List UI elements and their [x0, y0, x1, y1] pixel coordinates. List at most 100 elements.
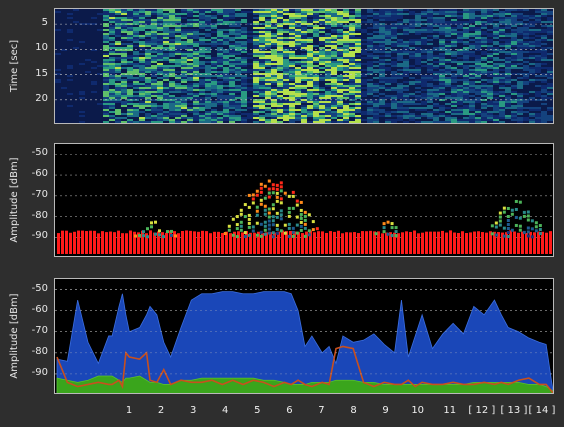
- waterfall-cell: [373, 107, 379, 109]
- waterfall-cell: [193, 93, 199, 95]
- waterfall-cell: [181, 105, 187, 107]
- waterfall-cell: [109, 111, 115, 113]
- waterfall-cell: [451, 19, 457, 21]
- density-chart[interactable]: [54, 143, 554, 257]
- waterfall-cell: [163, 43, 169, 45]
- waterfall-cell: [505, 35, 511, 37]
- waterfall-cell: [295, 117, 301, 119]
- waterfall-cell: [127, 13, 133, 15]
- waterfall-cell: [181, 115, 187, 117]
- waterfall-cell: [457, 41, 463, 43]
- waterfall-cell: [133, 27, 139, 29]
- waterfall-cell: [505, 45, 511, 47]
- waterfall-cell: [457, 51, 463, 53]
- waterfall-cell: [67, 75, 73, 77]
- waterfall-cell: [259, 65, 265, 67]
- waterfall-cell: [385, 81, 391, 83]
- waterfall-cell: [511, 53, 517, 55]
- waterfall-cell: [307, 77, 313, 79]
- waterfall-cell: [289, 39, 295, 41]
- waterfall-cell: [211, 83, 217, 85]
- waterfall-cell: [463, 29, 469, 31]
- waterfall-cell: [457, 25, 463, 27]
- density-point: [255, 209, 259, 213]
- waterfall-cell: [319, 55, 325, 57]
- waterfall-cell: [499, 75, 505, 77]
- density-point: [279, 217, 283, 221]
- density-point: [255, 221, 259, 225]
- waterfall-cell: [103, 83, 109, 85]
- waterfall-cell: [553, 53, 554, 55]
- realtime-y-axis-label: Amplitude [dBm]: [9, 293, 20, 379]
- waterfall-cell: [295, 25, 301, 27]
- waterfall-cell: [337, 101, 343, 103]
- waterfall-cell: [421, 19, 427, 21]
- waterfall-cell: [187, 55, 193, 57]
- density-point: [166, 230, 169, 234]
- waterfall-cell: [145, 115, 151, 117]
- waterfall-cell: [355, 39, 361, 41]
- waterfall-cell: [205, 55, 211, 57]
- waterfall-cell: [379, 85, 385, 87]
- waterfall-cell: [283, 11, 289, 13]
- waterfall-cell: [67, 67, 73, 69]
- waterfall-cell: [367, 65, 373, 67]
- waterfall-cell: [199, 121, 205, 123]
- waterfall-cell: [511, 33, 517, 35]
- waterfall-cell: [133, 83, 139, 85]
- waterfall-cell: [163, 13, 169, 15]
- waterfall-cell: [151, 45, 157, 47]
- waterfall-cell: [199, 63, 205, 65]
- waterfall-cell: [235, 59, 241, 61]
- waterfall-cell: [343, 71, 349, 73]
- realtime-amplitude-chart[interactable]: [54, 278, 554, 394]
- waterfall-cell: [121, 113, 127, 115]
- waterfall-cell: [187, 45, 193, 47]
- waterfall-cell: [277, 17, 283, 19]
- waterfall-cell: [541, 15, 547, 17]
- waterfall-cell: [325, 123, 331, 124]
- waterfall-cell: [139, 29, 145, 31]
- waterfall-cell: [325, 95, 331, 97]
- waterfall-cell: [403, 21, 409, 23]
- waterfall-cell: [535, 45, 541, 47]
- waterfall-cell: [361, 21, 367, 23]
- waterfall-cell: [103, 109, 109, 111]
- waterfall-cell: [133, 111, 139, 113]
- waterfall-cell: [211, 113, 217, 115]
- waterfall-cell: [493, 43, 499, 45]
- waterfall-cell: [121, 59, 127, 61]
- waterfall-cell: [331, 77, 337, 79]
- waterfall-cell: [517, 103, 523, 105]
- waterfall-chart[interactable]: [54, 8, 554, 124]
- waterfall-cell: [535, 39, 541, 41]
- waterfall-cell: [355, 121, 361, 123]
- waterfall-cell: [319, 113, 325, 115]
- density-point: [518, 200, 522, 204]
- waterfall-cell: [373, 35, 379, 37]
- waterfall-cell: [247, 83, 253, 85]
- waterfall-cell: [499, 17, 505, 19]
- waterfall-cell: [391, 123, 397, 124]
- waterfall-cell: [355, 123, 361, 124]
- waterfall-cell: [373, 91, 379, 93]
- waterfall-cell: [337, 43, 343, 45]
- waterfall-cell: [337, 69, 343, 71]
- waterfall-cell: [55, 29, 61, 31]
- waterfall-cell: [523, 65, 529, 67]
- waterfall-cell: [277, 115, 283, 117]
- waterfall-cell: [253, 37, 259, 39]
- waterfall-cell: [253, 87, 259, 89]
- waterfall-cell: [199, 39, 205, 41]
- waterfall-cell: [409, 93, 415, 95]
- density-point: [263, 212, 267, 216]
- waterfall-cell: [127, 29, 133, 31]
- waterfall-cell: [511, 65, 517, 67]
- waterfall-cell: [181, 37, 187, 39]
- waterfall-cell: [115, 33, 121, 35]
- waterfall-cell: [331, 83, 337, 85]
- waterfall-cell: [535, 67, 541, 69]
- waterfall-cell: [553, 115, 554, 117]
- waterfall-cell: [337, 89, 343, 91]
- waterfall-cell: [337, 63, 343, 65]
